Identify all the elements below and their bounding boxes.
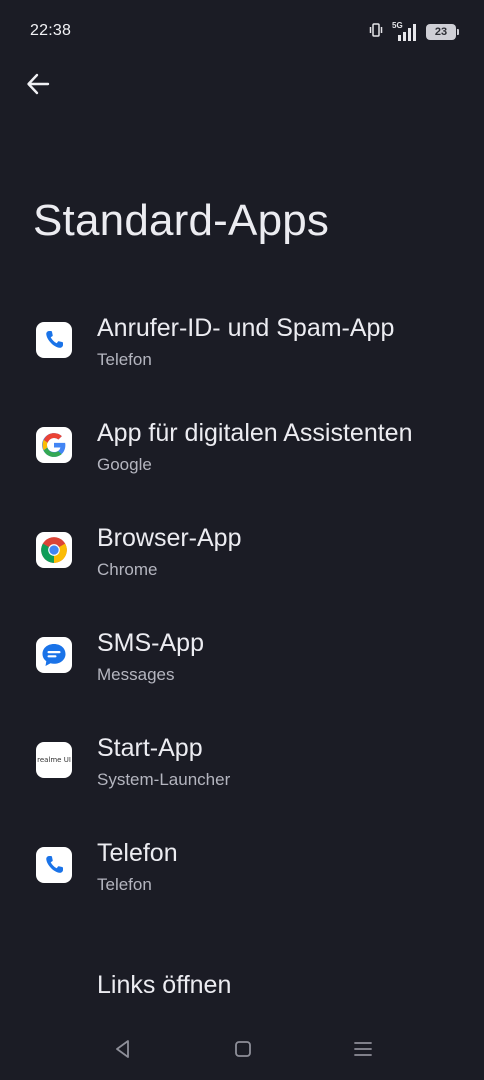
default-apps-list: Anrufer-ID- und Spam-App Telefon App für… [0, 300, 484, 1035]
realme-ui-logo-text: realme UI [37, 755, 71, 764]
status-time: 22:38 [30, 22, 72, 39]
item-title: Browser-App [97, 524, 242, 552]
status-bar: 22:38 5G 23 [0, 0, 484, 64]
item-subtitle: Messages [97, 665, 175, 684]
nav-recents-icon [353, 1039, 373, 1064]
item-subtitle: Telefon [97, 875, 152, 894]
item-title: Start-App [97, 734, 203, 762]
item-subtitle: System-Launcher [97, 770, 231, 789]
nav-back-button[interactable] [108, 1036, 138, 1066]
google-icon [36, 427, 72, 463]
battery-level: 23 [434, 26, 448, 38]
list-item-caller-id-spam-app[interactable]: Anrufer-ID- und Spam-App Telefon [0, 300, 484, 405]
item-subtitle: Google [97, 455, 152, 474]
messages-icon [36, 637, 72, 673]
item-title: SMS-App [97, 629, 204, 657]
chrome-icon [36, 532, 72, 568]
page-title: Standard-Apps [33, 196, 330, 245]
list-item-phone-app[interactable]: Telefon Telefon [0, 825, 484, 930]
item-title: App für digitalen Assistenten [97, 419, 413, 447]
battery-icon: 23 [426, 24, 459, 40]
item-subtitle: Telefon [97, 350, 152, 369]
back-arrow-icon [25, 71, 51, 102]
realme-ui-icon: realme UI [36, 742, 72, 778]
phone-app-icon [36, 322, 72, 358]
nav-back-icon [113, 1039, 133, 1064]
nav-home-button[interactable] [228, 1036, 258, 1066]
list-item-start-app[interactable]: realme UI Start-App System-Launcher [0, 720, 484, 825]
list-item-browser-app[interactable]: Browser-App Chrome [0, 510, 484, 615]
vibrate-icon [368, 22, 384, 43]
item-subtitle: Chrome [97, 560, 158, 579]
item-title: Anrufer-ID- und Spam-App [97, 314, 395, 342]
item-title: Telefon [97, 839, 178, 867]
phone-app-icon [36, 847, 72, 883]
nav-recents-button[interactable] [348, 1036, 378, 1066]
navigation-bar [0, 1020, 484, 1080]
back-button[interactable] [18, 66, 58, 106]
list-item-digital-assistant-app[interactable]: App für digitalen Assistenten Google [0, 405, 484, 510]
item-title: Links öffnen [97, 971, 232, 999]
signal-5g-icon: 5G [392, 21, 418, 42]
status-icons: 5G 23 [368, 20, 459, 44]
list-item-sms-app[interactable]: SMS-App Messages [0, 615, 484, 720]
nav-home-icon [233, 1039, 253, 1064]
